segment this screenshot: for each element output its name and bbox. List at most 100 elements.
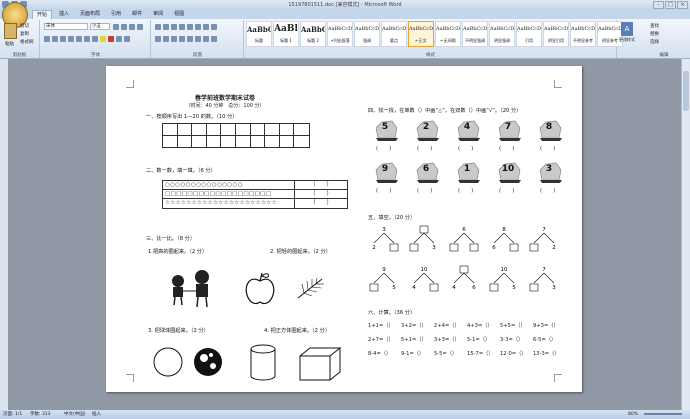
tab-view[interactable]: 视图 (170, 10, 188, 19)
bold-icon[interactable] (44, 36, 50, 42)
style-preview: AaBbCcDc (517, 26, 542, 32)
font-format-icons (44, 36, 130, 42)
underline-icon[interactable] (60, 36, 66, 42)
word-count[interactable]: 字数: 313 (30, 410, 51, 419)
italic-icon[interactable] (52, 36, 58, 42)
font-color-icon[interactable] (108, 36, 114, 42)
children-illustration (172, 270, 209, 308)
maximize-button[interactable]: □ (665, 1, 676, 9)
line-spacing-icon[interactable] (195, 36, 201, 42)
char-shading-icon[interactable] (116, 36, 122, 42)
paste-button[interactable]: 粘贴 (5, 41, 14, 47)
calc-item: 9-1=（） (401, 351, 425, 357)
show-marks-icon[interactable] (211, 24, 217, 30)
tab-review[interactable]: 审阅 (149, 10, 167, 19)
copy-button[interactable]: 复制 (20, 31, 29, 37)
font-size-combo[interactable]: 小五 (90, 23, 110, 30)
tree-branch (463, 232, 475, 244)
style-name: 明显引用 (548, 38, 564, 43)
page-count[interactable]: 页面: 1/1 (3, 410, 22, 419)
justify-icon[interactable] (179, 36, 185, 42)
tree-leaf-number: 4 (452, 285, 456, 291)
find-button[interactable]: 查找 (650, 23, 659, 29)
margin-mark (554, 374, 562, 382)
answer-box (419, 225, 429, 234)
style-item[interactable]: AaBbCcDt 不明显参考 (570, 21, 596, 47)
change-styles-button[interactable]: A 更改样式 (618, 21, 636, 51)
tab-page-layout[interactable]: 页面布局 (76, 10, 104, 19)
bullets-icon[interactable] (155, 24, 161, 30)
tab-references[interactable]: 引用 (107, 10, 125, 19)
answer-blank: ( ) (417, 146, 433, 152)
borders-icon[interactable] (211, 36, 217, 42)
sort-icon[interactable] (203, 24, 209, 30)
style-item[interactable]: AaBbCcDc 明显强调 (489, 21, 515, 47)
cube-shape (299, 347, 342, 381)
phonetic-icon[interactable] (137, 24, 143, 30)
badge-number: 10 (501, 164, 515, 174)
style-item[interactable]: AaBbCcDc ↵无间隔 (435, 21, 461, 47)
style-item[interactable]: AaBbCcDc +列出段落 (327, 21, 353, 47)
style-item[interactable]: AaBbCcDc 不明显强调 (462, 21, 488, 47)
close-button[interactable]: × (677, 1, 688, 9)
paragraph-label: 段落 (193, 53, 202, 58)
table-row: ○○○○○○○○○○○○○○○ （ ） (163, 181, 347, 190)
margin-mark (554, 80, 562, 88)
cut-button[interactable]: 剪切 (20, 23, 29, 29)
align-center-icon[interactable] (163, 36, 169, 42)
style-item[interactable]: AaBbCcDc 引用 (516, 21, 542, 47)
align-left-icon[interactable] (155, 36, 161, 42)
vertical-scrollbar[interactable] (681, 59, 690, 410)
style-item[interactable]: AaBbC 标题 (246, 21, 272, 47)
table-row: ☆☆☆☆☆☆☆☆☆☆☆☆☆☆☆☆☆☆☆☆☆ （ ） (163, 199, 347, 208)
style-preview: AaBbCcDc (490, 26, 515, 32)
zoom-level[interactable]: 80% (628, 410, 638, 419)
tab-insert[interactable]: 插入 (55, 10, 73, 19)
style-item[interactable]: AaBbCcDc ↵正文 (408, 21, 434, 47)
superscript-icon[interactable] (84, 36, 90, 42)
multilevel-icon[interactable] (171, 24, 177, 30)
scrollbar-thumb[interactable] (683, 71, 689, 111)
shrink-font-icon[interactable] (121, 24, 127, 30)
document-page[interactable]: 春学前班数学期末试卷 （时间：40 分钟 总分：100 分） 一、按顺序写出 1… (106, 66, 582, 392)
badge-number: 4 (463, 122, 471, 132)
strikethrough-icon[interactable] (68, 36, 74, 42)
shading-icon[interactable] (203, 36, 209, 42)
badge-number: 1 (463, 164, 471, 174)
format-painter-button[interactable]: 格式刷 (20, 39, 34, 45)
distributed-icon[interactable] (187, 36, 193, 42)
answer-blank: ( ) (499, 188, 515, 194)
tree-branch (493, 272, 505, 284)
font-name-combo[interactable]: 宋体 (44, 23, 88, 30)
decrease-indent-icon[interactable] (179, 24, 185, 30)
paste-icon[interactable] (4, 23, 17, 39)
char-border-icon[interactable] (124, 36, 130, 42)
tree-branch (373, 272, 385, 284)
change-styles-icon: A (621, 22, 633, 36)
style-item[interactable]: AaBl 标题 1 (273, 21, 299, 47)
tab-home[interactable]: 开始 (32, 10, 53, 19)
clear-format-icon[interactable] (129, 24, 135, 30)
highlight-icon[interactable] (100, 36, 106, 42)
insert-mode[interactable]: 插入 (92, 410, 101, 419)
tree-branch (463, 272, 475, 284)
align-right-icon[interactable] (171, 36, 177, 42)
chinese-layout-icon[interactable] (195, 24, 201, 30)
change-case-icon[interactable] (92, 36, 98, 42)
minimize-button[interactable]: – (653, 1, 664, 9)
style-item[interactable]: AaBbCcDc 强调 (354, 21, 380, 47)
numbering-icon[interactable] (163, 24, 169, 30)
grow-font-icon[interactable] (113, 24, 119, 30)
language-indicator[interactable]: 中文(中国) (64, 410, 86, 419)
zoom-slider[interactable] (644, 413, 682, 415)
subscript-icon[interactable] (76, 36, 82, 42)
style-item[interactable]: AaBbCcD 要点 (381, 21, 407, 47)
increase-indent-icon[interactable] (187, 24, 193, 30)
tab-mailings[interactable]: 邮件 (128, 10, 146, 19)
style-item[interactable]: AaBbCcDc 明显引用 (543, 21, 569, 47)
tree-top-number: 6 (462, 227, 466, 233)
style-name: 引用 (525, 38, 533, 43)
style-item[interactable]: AaBbC 标题 2 (300, 21, 326, 47)
replace-button[interactable]: 替换 (650, 31, 659, 37)
select-button[interactable]: 选择 (650, 39, 659, 45)
